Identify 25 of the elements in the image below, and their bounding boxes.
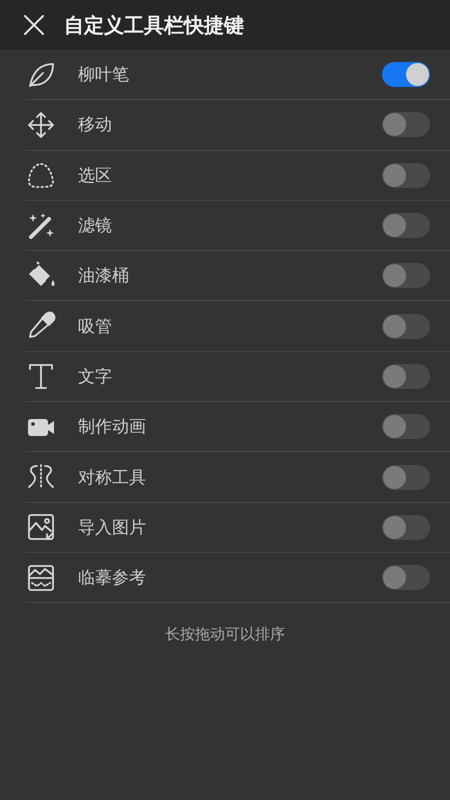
toggle-switch[interactable] (382, 414, 430, 440)
tool-label: 选区 (78, 164, 113, 187)
toggle-switch[interactable] (382, 112, 430, 138)
tool-label: 吸管 (78, 316, 113, 338)
tool-label: 油漆桶 (78, 265, 130, 288)
close-button[interactable] (22, 13, 46, 37)
tool-label: 制作动画 (78, 416, 147, 438)
toggle-switch[interactable] (382, 213, 430, 238)
toggle-switch[interactable] (382, 263, 430, 288)
toggle-switch[interactable] (382, 62, 430, 88)
tool-label: 文字 (78, 366, 113, 388)
tool-label: 临摹参考 (78, 567, 147, 590)
tool-label: 滤镜 (78, 215, 113, 238)
tool-label: 对称工具 (78, 466, 147, 489)
toggle-switch[interactable] (382, 464, 430, 490)
tool-label: 柳叶笔 (78, 64, 130, 86)
toggle-switch[interactable] (382, 162, 430, 188)
toggle-switch[interactable] (382, 514, 430, 540)
toggle-switch[interactable] (382, 364, 430, 389)
toggle-switch[interactable] (382, 565, 430, 590)
tool-label: 移动 (78, 114, 113, 136)
toggle-switch[interactable] (382, 314, 430, 339)
screen-title: 自定义工具栏快捷键 (64, 12, 244, 38)
tool-label: 导入图片 (78, 516, 147, 539)
hint-text: 长按拖动可以排序 (165, 625, 285, 644)
